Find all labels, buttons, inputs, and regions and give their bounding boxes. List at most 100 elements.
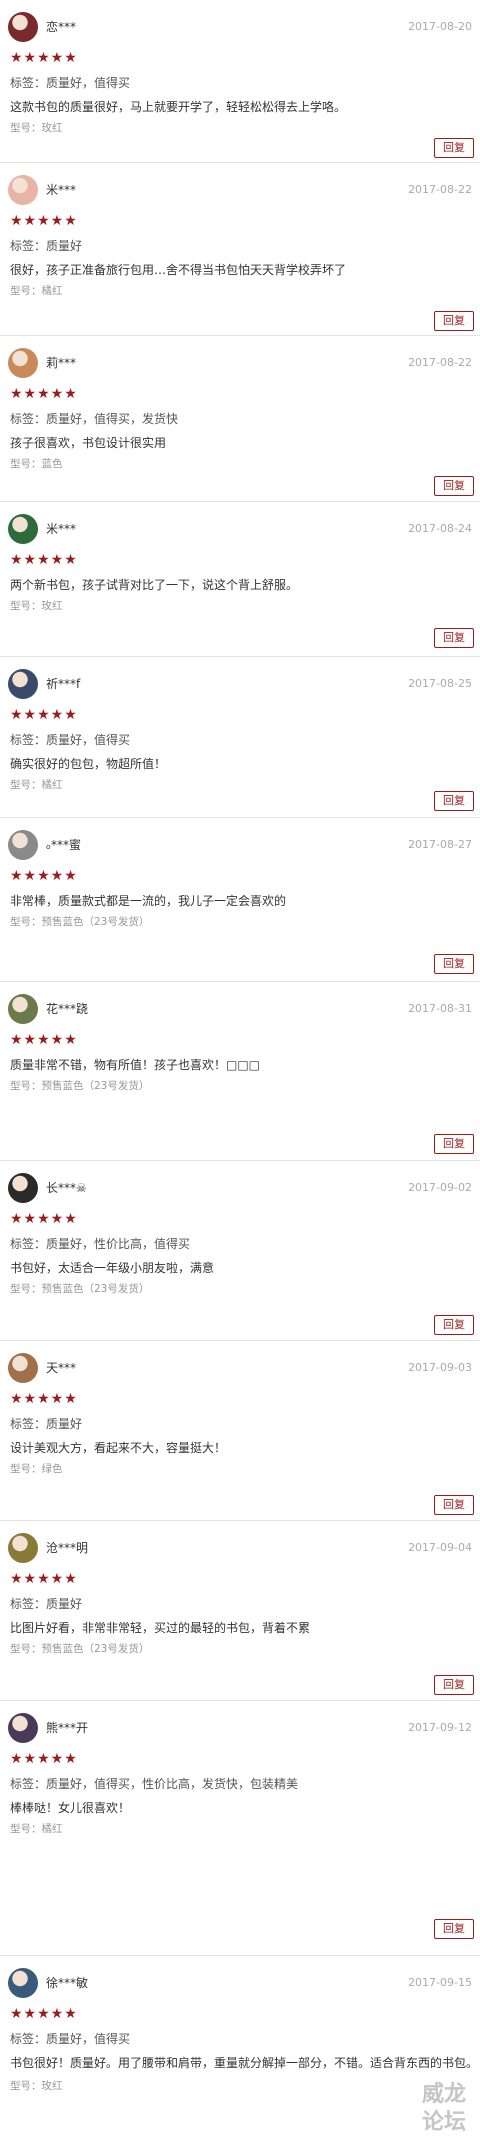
review-date: 2017-08-25 [408, 677, 472, 690]
review-tags: 标签：质量好，性价比高，值得买 [10, 1237, 191, 1251]
username: 莉*** [46, 356, 77, 370]
review-item: 长***☠ 2017-09-02 ★★★★★ 标签：质量好，性价比高，值得买 书… [0, 1161, 480, 1341]
username: 恋*** [46, 20, 77, 34]
star-rating: ★★★★★ [10, 707, 78, 723]
star-rating: ★★★★★ [10, 552, 78, 568]
review-item: 花***跷 2017-08-31 ★★★★★ 质量非常不错，物有所值！孩子也喜欢… [0, 982, 480, 1161]
review-item: 熊***开 2017-09-12 ★★★★★ 标签：质量好，值得买，性价比高，发… [0, 1701, 480, 1956]
review-tags: 标签：质量好 [10, 1597, 83, 1611]
review-tags: 标签：质量好，值得买，发货快 [10, 412, 179, 426]
review-text: 很好，孩子正准备旅行包用…舍不得当书包怕天天背学校弄坏了 [10, 263, 347, 277]
review-item: 祈***f 2017-08-25 ★★★★★ 标签：质量好，值得买 确实很好的包… [0, 657, 480, 818]
review-item: 天*** 2017-09-03 ★★★★★ 标签：质量好 设计美观大方，看起来不… [0, 1341, 480, 1521]
reply-button[interactable]: 回复 [434, 311, 474, 331]
username: ₒ***蜜 [46, 838, 81, 852]
reply-button[interactable]: 回复 [434, 1919, 474, 1939]
avatar[interactable] [8, 514, 38, 544]
username: 长***☠ [46, 1181, 87, 1195]
review-text: 孩子很喜欢，书包设计很实用 [10, 436, 167, 450]
star-rating: ★★★★★ [10, 386, 78, 402]
product-model: 型号：玫红 [10, 122, 63, 134]
product-model: 型号：预售蓝色（23号发货） [10, 1080, 150, 1092]
review-text: 质量非常不错，物有所值！孩子也喜欢！□□□ [10, 1058, 261, 1072]
product-model: 型号：玫红 [10, 2080, 63, 2092]
product-model: 型号：玫红 [10, 600, 63, 612]
review-tags: 标签：质量好，值得买，性价比高，发货快，包装精美 [10, 1777, 299, 1791]
review-tags: 标签：质量好 [10, 239, 83, 253]
avatar[interactable] [8, 348, 38, 378]
review-text: 书包好，太适合一年级小朋友啦，满意 [10, 1261, 215, 1275]
star-rating: ★★★★★ [10, 1211, 78, 1227]
reply-button[interactable]: 回复 [434, 1495, 474, 1515]
watermark-line: 威龙 [421, 2081, 466, 2107]
review-item: 米*** 2017-08-24 ★★★★★ 两个新书包，孩子试背对比了一下，说这… [0, 502, 480, 657]
username: 米*** [46, 522, 77, 536]
review-date: 2017-08-20 [408, 20, 472, 33]
review-item: 徐***敏 2017-09-15 ★★★★★ 标签：质量好，值得买 书包很好！质… [0, 1956, 480, 2147]
review-item: 恋*** 2017-08-20 ★★★★★ 标签：质量好，值得买 这款书包的质量… [0, 0, 480, 163]
star-rating: ★★★★★ [10, 1032, 78, 1048]
star-rating: ★★★★★ [10, 2006, 78, 2022]
product-model: 型号：蓝色 [10, 458, 63, 470]
review-date: 2017-09-15 [408, 1976, 472, 1989]
product-model: 型号：预售蓝色（23号发货） [10, 1283, 150, 1295]
reply-button[interactable]: 回复 [434, 791, 474, 811]
username: 徐***敏 [46, 1976, 89, 1990]
reply-button[interactable]: 回复 [434, 954, 474, 974]
product-model: 型号：橘红 [10, 285, 63, 297]
review-item: ₒ***蜜 2017-08-27 ★★★★★ 非常棒，质量款式都是一流的，我儿子… [0, 818, 480, 982]
avatar[interactable] [8, 1353, 38, 1383]
review-text: 两个新书包，孩子试背对比了一下，说这个背上舒服。 [10, 578, 299, 592]
avatar[interactable] [8, 1968, 38, 1998]
reply-button[interactable]: 回复 [434, 1315, 474, 1335]
star-rating: ★★★★★ [10, 868, 78, 884]
review-tags: 标签：质量好 [10, 1417, 83, 1431]
reply-button[interactable]: 回复 [434, 476, 474, 496]
review-text: 确实很好的包包，物超所值！ [10, 757, 167, 771]
username: 祈***f [46, 677, 81, 691]
username: 米*** [46, 183, 77, 197]
username: 熊***开 [46, 1721, 89, 1735]
username: 天*** [46, 1361, 77, 1375]
review-tags: 标签：质量好，值得买 [10, 2032, 131, 2046]
avatar[interactable] [8, 175, 38, 205]
avatar[interactable] [8, 1713, 38, 1743]
avatar[interactable] [8, 669, 38, 699]
review-date: 2017-09-02 [408, 1181, 472, 1194]
avatar[interactable] [8, 1173, 38, 1203]
review-item: 莉*** 2017-08-22 ★★★★★ 标签：质量好，值得买，发货快 孩子很… [0, 336, 480, 502]
review-date: 2017-08-22 [408, 183, 472, 196]
star-rating: ★★★★★ [10, 1391, 78, 1407]
review-date: 2017-08-27 [408, 838, 472, 851]
review-item: 沧***明 2017-09-04 ★★★★★ 标签：质量好 比图片好看，非常非常… [0, 1521, 480, 1701]
review-date: 2017-09-04 [408, 1541, 472, 1554]
star-rating: ★★★★★ [10, 1751, 78, 1767]
watermark-line: 论坛 [421, 2109, 466, 2135]
username: 沧***明 [46, 1541, 89, 1555]
avatar[interactable] [8, 12, 38, 42]
avatar[interactable] [8, 830, 38, 860]
review-text: 书包很好！质量好。用了腰带和肩带，重量就分解掉一部分，不错。适合背东西的书包。 [10, 2056, 479, 2070]
review-text: 这款书包的质量很好，马上就要开学了，轻轻松松得去上学咯。 [10, 100, 347, 114]
review-date: 2017-09-03 [408, 1361, 472, 1374]
review-tags: 标签：质量好，值得买 [10, 733, 131, 747]
reply-button[interactable]: 回复 [434, 138, 474, 158]
avatar[interactable] [8, 994, 38, 1024]
product-model: 型号：预售蓝色（23号发货） [10, 916, 150, 928]
star-rating: ★★★★★ [10, 213, 78, 229]
star-rating: ★★★★★ [10, 50, 78, 66]
review-tags: 标签：质量好，值得买 [10, 76, 131, 90]
product-model: 型号：预售蓝色（23号发货） [10, 1643, 150, 1655]
star-rating: ★★★★★ [10, 1571, 78, 1587]
review-text: 棒棒哒！女儿很喜欢！ [10, 1801, 131, 1815]
reply-button[interactable]: 回复 [434, 1675, 474, 1695]
avatar[interactable] [8, 1533, 38, 1563]
watermark-logo: 威龙 论坛 [414, 2080, 474, 2140]
review-date: 2017-08-24 [408, 522, 472, 535]
review-date: 2017-09-12 [408, 1721, 472, 1734]
review-text: 设计美观大方，看起来不大，容量挺大！ [10, 1441, 227, 1455]
reply-button[interactable]: 回复 [434, 1134, 474, 1154]
reply-button[interactable]: 回复 [434, 628, 474, 648]
product-model: 型号：橘红 [10, 1823, 63, 1835]
review-text: 比图片好看，非常非常轻，买过的最轻的书包，背着不累 [10, 1621, 311, 1635]
